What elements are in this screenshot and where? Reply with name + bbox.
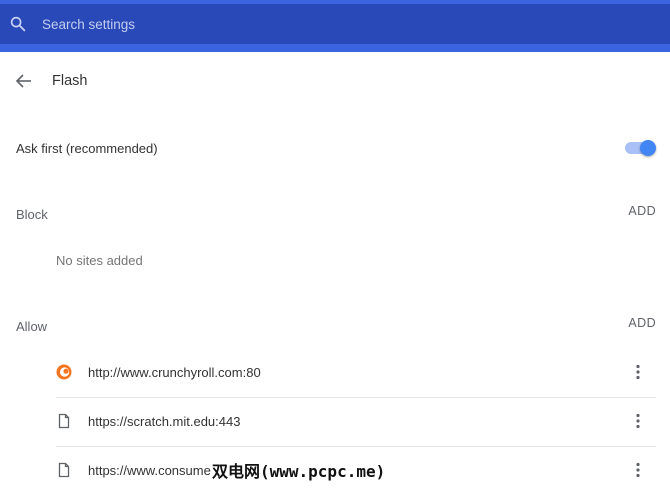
allow-section-label: Allow — [16, 319, 48, 334]
toggle-knob — [640, 140, 656, 156]
block-add-button[interactable]: ADD — [628, 204, 656, 218]
site-url: http://www.crunchyroll.com:80 — [88, 365, 261, 380]
more-vert-icon[interactable] — [630, 461, 646, 479]
site-url: https://www.consume — [88, 463, 211, 478]
settings-toolbar — [0, 4, 670, 44]
block-empty-text: No sites added — [56, 253, 143, 268]
toolbar-bottom-band — [0, 44, 670, 52]
watermark: 双电网(www.pcpc.me) — [212, 462, 386, 481]
ask-first-toggle[interactable] — [625, 139, 657, 157]
page-icon — [58, 462, 70, 478]
search-input[interactable] — [42, 14, 602, 34]
block-section-label: Block — [16, 207, 48, 222]
search-icon[interactable] — [9, 15, 27, 33]
allow-site-row[interactable]: http://www.crunchyroll.com:80 — [56, 349, 656, 398]
allow-add-button[interactable]: ADD — [628, 316, 656, 330]
ask-first-label: Ask first (recommended) — [16, 141, 158, 156]
more-vert-icon[interactable] — [630, 363, 646, 381]
more-vert-icon[interactable] — [630, 412, 646, 430]
site-url: https://scratch.mit.edu:443 — [88, 414, 241, 429]
crunchyroll-icon — [56, 364, 72, 380]
back-arrow-icon[interactable] — [14, 71, 34, 91]
page-title: Flash — [52, 73, 88, 89]
allow-site-row[interactable]: https://scratch.mit.edu:443 — [56, 398, 656, 447]
page-icon — [58, 413, 70, 429]
